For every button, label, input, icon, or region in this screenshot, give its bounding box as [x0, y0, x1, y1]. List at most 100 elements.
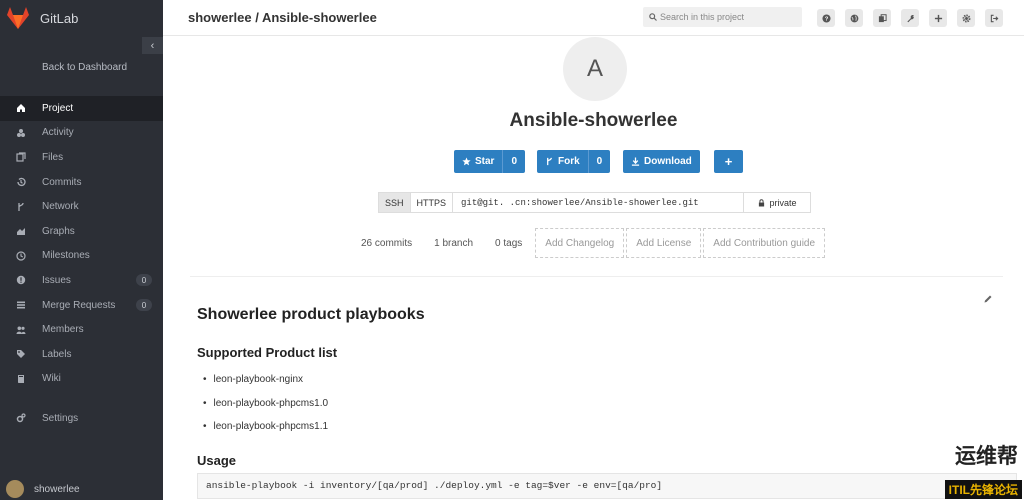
commits-link[interactable]: 26 commits [350, 238, 423, 249]
book-icon [0, 374, 42, 384]
sidebar-item-label: Milestones [42, 250, 90, 262]
user-name: showerlee [34, 483, 80, 495]
sidebar-item-label: Network [42, 201, 79, 213]
area-chart-icon [0, 226, 42, 236]
top-header: showerlee / Ansible-showerlee Search in … [163, 0, 1024, 36]
globe-icon [850, 14, 858, 22]
add-changelog-link[interactable]: Add Changelog [535, 228, 625, 258]
lock-icon [758, 198, 764, 206]
clock-icon [0, 251, 42, 261]
project-stats: 26 commits 1 branch 0 tags Add Changelog… [350, 228, 827, 258]
sidebar-item-settings[interactable]: Settings [0, 406, 163, 431]
copy-icon [878, 13, 887, 22]
tags-link[interactable]: 0 tags [484, 238, 535, 249]
plus-button[interactable] [929, 9, 947, 27]
sidebar-item-label: Files [42, 151, 64, 163]
project-name: Ansible-showerlee [509, 110, 678, 131]
sidebar-item-label: Settings [42, 412, 79, 424]
sidebar-item-label: Activity [42, 127, 74, 139]
branches-link[interactable]: 1 branch [423, 238, 484, 249]
sidebar-item-wiki[interactable]: Wiki [0, 367, 163, 392]
plus-icon [934, 14, 942, 22]
sidebar-item-label: Labels [42, 348, 72, 360]
sidebar-nav: Project Activity Files Commits Network Graphs… [0, 96, 163, 391]
sidebar-item-label: Project [42, 102, 74, 114]
search-placeholder: Search in this project [660, 12, 745, 22]
sidebar-item-project[interactable]: Project [0, 96, 163, 121]
clone-url-input[interactable]: git@git. .cn:showerlee/Ansible-showerlee… [453, 192, 745, 213]
fork-button[interactable]: Fork 0 [537, 150, 611, 173]
gear-icon [962, 14, 970, 22]
sidebar-item-label: Members [42, 324, 84, 336]
wrench-icon [906, 14, 914, 22]
project-avatar: A [563, 37, 627, 101]
user-profile[interactable]: showerlee [0, 478, 163, 500]
sidebar-item-network[interactable]: Network [0, 194, 163, 219]
count-badge: 0 [136, 274, 152, 287]
app-name: GitLab [40, 10, 79, 26]
files-icon [0, 152, 42, 163]
sidebar-settings: Settings [0, 406, 163, 431]
gear-button[interactable] [957, 9, 975, 27]
history-icon [0, 177, 42, 187]
watermark: 运维帮 [953, 440, 1020, 470]
add-license-link[interactable]: Add License [626, 228, 702, 258]
readme-title: Showerlee product playbooks [197, 306, 425, 323]
download-label: Download [644, 156, 692, 167]
readme: Showerlee product playbooks Supported Pr… [197, 306, 1017, 499]
search-input[interactable]: Search in this project [643, 7, 802, 27]
star-button[interactable]: Star 0 [454, 150, 526, 173]
tags-icon [0, 349, 42, 359]
list-item: leon-playbook-phpcms1.0 [203, 392, 1017, 416]
list-icon [0, 300, 42, 310]
count-badge: 0 [136, 299, 152, 312]
usage-heading: Usage [197, 452, 237, 468]
sidebar-item-issues[interactable]: Issues 0 [0, 268, 163, 293]
fork-label: Fork [558, 156, 580, 167]
download-button[interactable]: Download [623, 150, 700, 173]
sidebar-item-activity[interactable]: Activity [0, 121, 163, 146]
copy-button[interactable] [873, 9, 891, 27]
sidebar-item-files[interactable]: Files [0, 145, 163, 170]
sidebar-item-label: Wiki [42, 373, 61, 385]
visibility-label: private [769, 197, 797, 208]
wrench-button[interactable] [901, 9, 919, 27]
sign-out-button[interactable] [985, 9, 1003, 27]
add-button[interactable]: + [714, 150, 743, 173]
https-button[interactable]: HTTPS [410, 192, 454, 213]
list-item: leon-playbook-phpcms1.1 [203, 415, 1017, 439]
sidebar-item-label: Issues [42, 274, 71, 286]
gitlab-logo-icon [7, 7, 29, 29]
back-to-dashboard-link[interactable]: Back to Dashboard [42, 62, 127, 73]
question-button[interactable]: ? [817, 9, 835, 27]
code-fork-icon [0, 202, 42, 212]
avatar [6, 480, 24, 498]
collapse-sidebar-button[interactable]: ‹ [142, 37, 163, 54]
product-list: leon-playbook-nginx leon-playbook-phpcms… [197, 368, 1017, 439]
globe-button[interactable] [845, 9, 863, 27]
users-icon [0, 325, 42, 335]
sidebar-item-label: Merge Requests [42, 299, 116, 311]
sidebar-item-milestones[interactable]: Milestones [0, 244, 163, 269]
header-icons: ? [817, 9, 1013, 27]
sidebar-item-labels[interactable]: Labels [0, 342, 163, 367]
brand[interactable]: GitLab [0, 0, 163, 36]
list-item: leon-playbook-nginx [203, 368, 1017, 392]
sidebar-item-members[interactable]: Members [0, 317, 163, 342]
star-label: Star [475, 156, 495, 167]
pencil-icon[interactable] [983, 294, 993, 304]
sidebar-item-graphs[interactable]: Graphs [0, 219, 163, 244]
product-list-heading: Supported Product list [197, 345, 338, 360]
svg-text:?: ? [824, 16, 828, 22]
sidebar-item-commits[interactable]: Commits [0, 170, 163, 195]
ssh-button[interactable]: SSH [378, 192, 411, 213]
search-icon [649, 13, 657, 21]
add-contribution-guide-link[interactable]: Add Contribution guide [703, 228, 826, 258]
sidebar-item-merge-requests[interactable]: Merge Requests 0 [0, 293, 163, 318]
question-icon: ? [821, 13, 831, 22]
dashboard-icon [0, 128, 42, 138]
clone-panel: SSH HTTPS git@git. .cn:showerlee/Ansible… [378, 192, 812, 213]
page-title[interactable]: showerlee / Ansible-showerlee [188, 10, 377, 25]
sidebar: GitLab ‹ Back to Dashboard Project Activi… [0, 0, 163, 500]
exclamation-circle-icon [0, 275, 42, 285]
